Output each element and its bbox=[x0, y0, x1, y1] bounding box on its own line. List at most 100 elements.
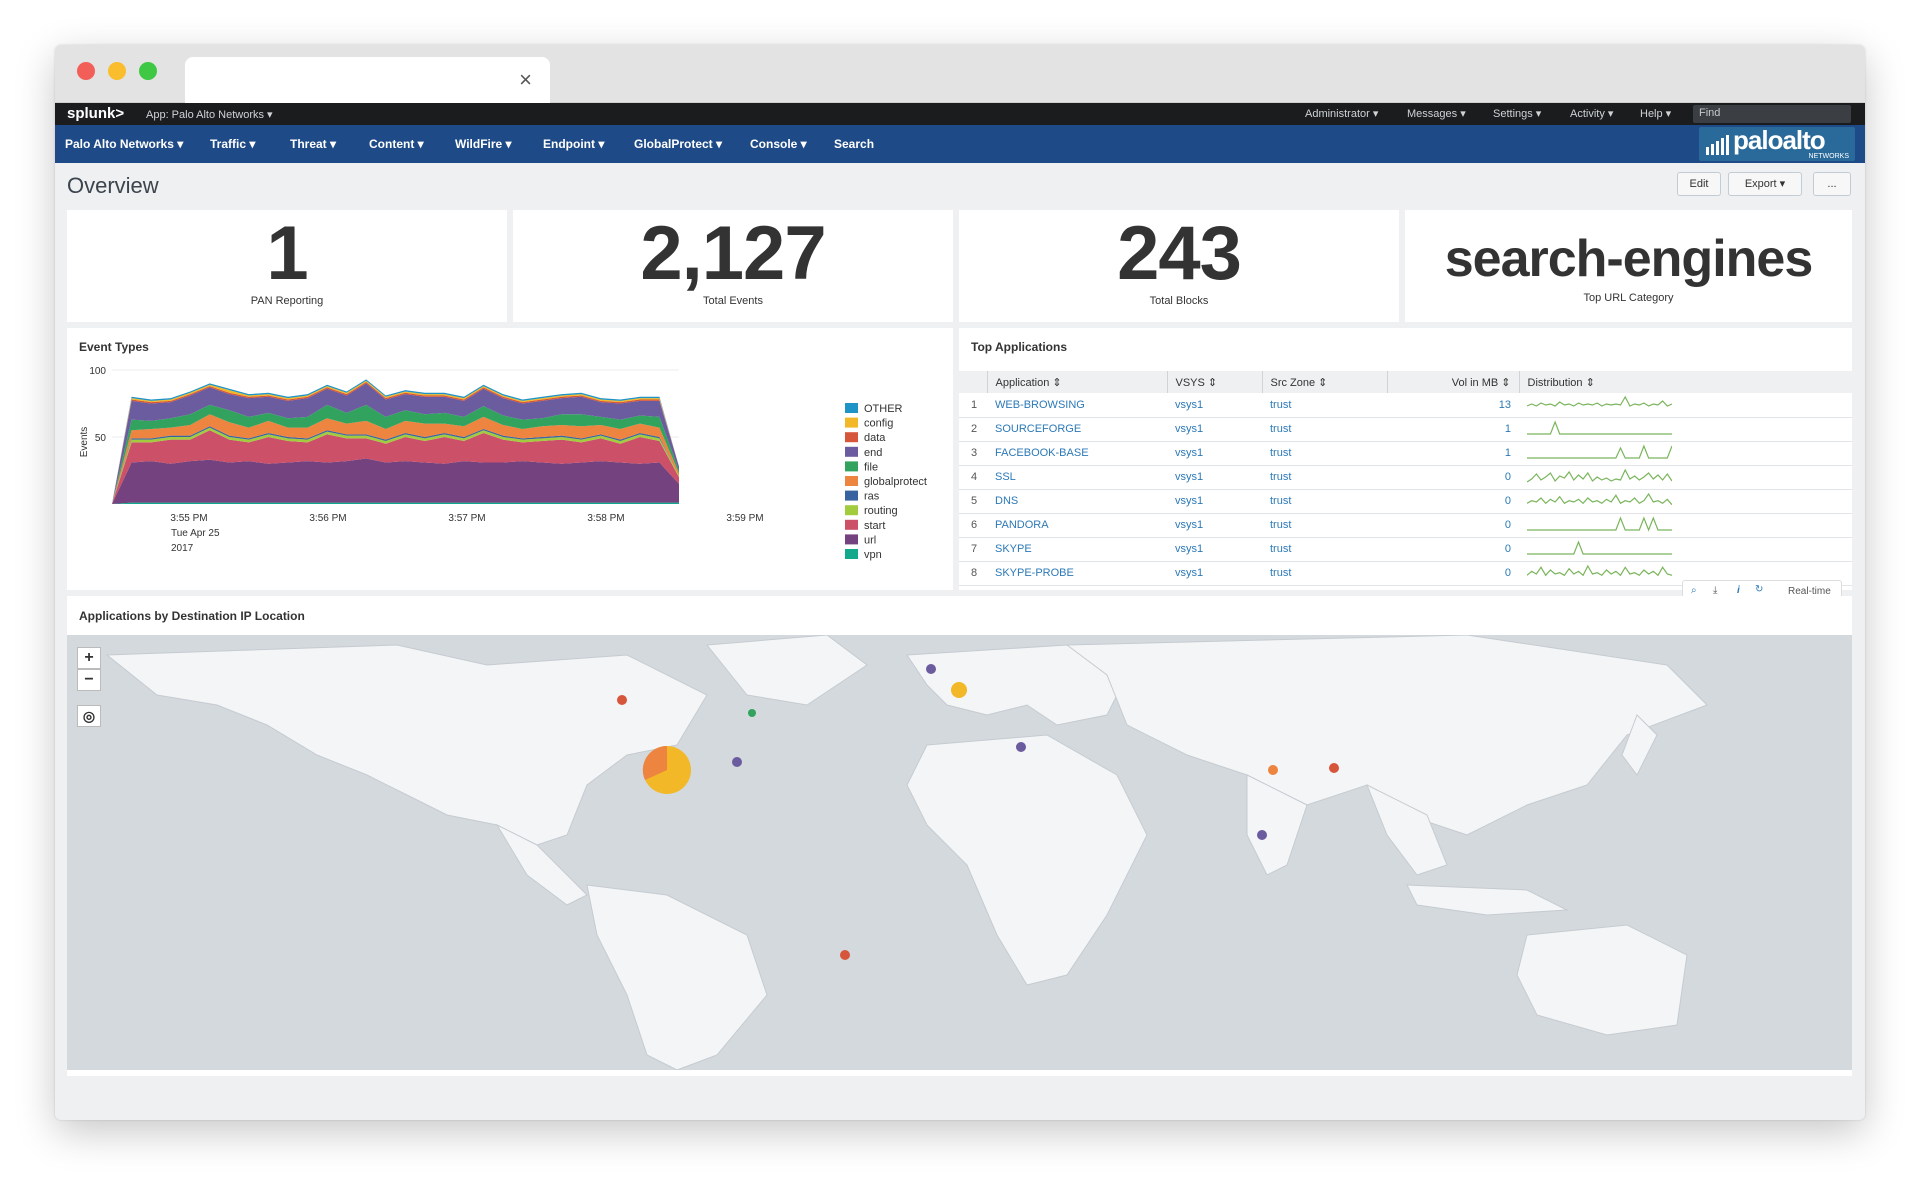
kpi-value: search-engines bbox=[1444, 230, 1814, 288]
app-name-link[interactable]: PANDORA bbox=[987, 513, 1167, 538]
splunk-logo[interactable]: splunk> bbox=[67, 105, 124, 122]
table-row[interactable]: 1 WEB-BROWSING vsys1 trust 13 bbox=[959, 393, 1852, 418]
map-marker-usa-east-1[interactable] bbox=[748, 709, 756, 717]
vol-link[interactable]: 1 bbox=[1387, 441, 1519, 466]
table-row[interactable]: 4 SSL vsys1 trust 0 bbox=[959, 465, 1852, 490]
col-vsys[interactable]: VSYS ⇕ bbox=[1166, 371, 1262, 393]
vsys-link[interactable]: vsys1 bbox=[1167, 513, 1262, 538]
map-marker-china[interactable] bbox=[1268, 765, 1278, 775]
vsys-link[interactable]: vsys1 bbox=[1167, 393, 1262, 418]
map-marker-hongkong[interactable] bbox=[1257, 830, 1267, 840]
activity-menu[interactable]: Activity ▾ bbox=[1570, 107, 1613, 120]
map-marker-brazil[interactable] bbox=[840, 950, 850, 960]
table-row[interactable]: 5 DNS vsys1 trust 0 bbox=[959, 489, 1852, 514]
nav-palo-alto-networks[interactable]: Palo Alto Networks ▾ bbox=[65, 137, 183, 151]
more-actions-button[interactable]: ... bbox=[1813, 172, 1851, 196]
browser-tab[interactable]: × bbox=[185, 57, 550, 104]
nav-globalprotect[interactable]: GlobalProtect ▾ bbox=[634, 137, 722, 151]
map-marker-netherlands[interactable] bbox=[951, 682, 967, 698]
table-row[interactable]: 2 SOURCEFORGE vsys1 trust 1 bbox=[959, 417, 1852, 442]
nav-wildfire[interactable]: WildFire ▾ bbox=[455, 137, 512, 151]
vol-link[interactable]: 0 bbox=[1387, 513, 1519, 538]
table-header-row: Application ⇕ VSYS ⇕ Src Zone ⇕ Vol in M… bbox=[959, 371, 1852, 393]
world-map[interactable]: + − ◎ bbox=[67, 635, 1852, 1070]
zone-link[interactable]: trust bbox=[1262, 441, 1387, 466]
minimize-window-button[interactable] bbox=[108, 62, 126, 80]
col-src-zone[interactable]: Src Zone ⇕ bbox=[1261, 371, 1387, 393]
zone-link[interactable]: trust bbox=[1262, 513, 1387, 538]
find-input[interactable]: Find bbox=[1693, 105, 1851, 123]
zone-link[interactable]: trust bbox=[1262, 417, 1387, 442]
map-marker-japan[interactable] bbox=[1329, 763, 1339, 773]
legend-swatch bbox=[845, 505, 858, 516]
app-name-link[interactable]: SKYPE-PROBE bbox=[987, 561, 1167, 586]
legend-label: ras bbox=[864, 491, 880, 503]
vsys-link[interactable]: vsys1 bbox=[1167, 537, 1262, 562]
map-marker-turkey[interactable] bbox=[1016, 742, 1026, 752]
col-application[interactable]: Application ⇕ bbox=[986, 371, 1167, 393]
table-row[interactable]: 3 FACEBOOK-BASE vsys1 trust 1 bbox=[959, 441, 1852, 466]
nav-threat[interactable]: Threat ▾ bbox=[290, 137, 336, 151]
zone-link[interactable]: trust bbox=[1262, 489, 1387, 514]
settings-menu[interactable]: Settings ▾ bbox=[1493, 107, 1541, 120]
maximize-window-button[interactable] bbox=[139, 62, 157, 80]
vol-link[interactable]: 13 bbox=[1387, 393, 1519, 418]
messages-menu[interactable]: Messages ▾ bbox=[1407, 107, 1466, 120]
vsys-link[interactable]: vsys1 bbox=[1167, 561, 1262, 586]
area-series-url bbox=[112, 458, 679, 504]
info-icon[interactable]: i bbox=[1737, 585, 1740, 596]
map-marker-uk[interactable] bbox=[926, 664, 936, 674]
legend-label: routing bbox=[864, 505, 898, 517]
map-zoom-in-button[interactable]: + bbox=[77, 647, 101, 669]
map-zoom-out-button[interactable]: − bbox=[77, 669, 101, 691]
app-name-link[interactable]: SOURCEFORGE bbox=[987, 417, 1167, 442]
refresh-icon[interactable]: ↻ bbox=[1755, 584, 1763, 595]
app-name-link[interactable]: SSL bbox=[987, 465, 1167, 490]
nav-traffic[interactable]: Traffic ▾ bbox=[210, 137, 255, 151]
table-row[interactable]: 6 PANDORA vsys1 trust 0 bbox=[959, 513, 1852, 538]
legend-label: file bbox=[864, 461, 878, 473]
app-name-link[interactable]: FACEBOOK-BASE bbox=[987, 441, 1167, 466]
app-name-link[interactable]: SKYPE bbox=[987, 537, 1167, 562]
vsys-link[interactable]: vsys1 bbox=[1167, 465, 1262, 490]
nav-search[interactable]: Search bbox=[834, 137, 874, 151]
zone-link[interactable]: trust bbox=[1262, 393, 1387, 418]
app-name-link[interactable]: WEB-BROWSING bbox=[987, 393, 1167, 418]
map-marker-usa-west[interactable] bbox=[617, 695, 627, 705]
vsys-link[interactable]: vsys1 bbox=[1167, 417, 1262, 442]
nav-endpoint[interactable]: Endpoint ▾ bbox=[543, 137, 604, 151]
top-applications-title: Top Applications bbox=[971, 340, 1067, 354]
app-name-link[interactable]: DNS bbox=[987, 489, 1167, 514]
zone-link[interactable]: trust bbox=[1262, 561, 1387, 586]
vol-link[interactable]: 0 bbox=[1387, 489, 1519, 514]
search-icon[interactable]: ⌕ bbox=[1691, 585, 1697, 596]
zone-link[interactable]: trust bbox=[1262, 465, 1387, 490]
vol-link[interactable]: 0 bbox=[1387, 465, 1519, 490]
sparkline bbox=[1527, 419, 1672, 435]
row-index: 2 bbox=[959, 417, 987, 442]
vol-link[interactable]: 1 bbox=[1387, 417, 1519, 442]
nav-content[interactable]: Content ▾ bbox=[369, 137, 424, 151]
vsys-link[interactable]: vsys1 bbox=[1167, 489, 1262, 514]
vol-link[interactable]: 0 bbox=[1387, 537, 1519, 562]
help-menu[interactable]: Help ▾ bbox=[1640, 107, 1671, 120]
legend-swatch bbox=[845, 461, 858, 472]
table-row[interactable]: 7 SKYPE vsys1 trust 0 bbox=[959, 537, 1852, 562]
event-types-chart[interactable]: 100 50 Events 3:55 PM 3:56 PM 3:57 PM 3:58 PM 3… bbox=[67, 328, 953, 590]
close-window-button[interactable] bbox=[77, 62, 95, 80]
administrator-menu[interactable]: Administrator ▾ bbox=[1305, 107, 1378, 120]
col-distribution[interactable]: Distribution ⇕ bbox=[1518, 371, 1852, 393]
nav-console[interactable]: Console ▾ bbox=[750, 137, 807, 151]
vsys-link[interactable]: vsys1 bbox=[1167, 441, 1262, 466]
edit-button[interactable]: Edit bbox=[1677, 172, 1721, 196]
legend-swatch bbox=[845, 446, 858, 457]
export-button[interactable]: Export ▾ bbox=[1728, 172, 1802, 196]
download-icon[interactable]: ⤓ bbox=[1713, 585, 1717, 596]
zone-link[interactable]: trust bbox=[1262, 537, 1387, 562]
close-tab-icon[interactable]: × bbox=[519, 67, 532, 93]
vol-link[interactable]: 0 bbox=[1387, 561, 1519, 586]
col-vol-mb[interactable]: Vol in MB ⇕ bbox=[1386, 371, 1519, 393]
map-marker-usa-east-2[interactable] bbox=[732, 757, 742, 767]
app-menu[interactable]: App: Palo Alto Networks ▾ bbox=[146, 108, 273, 121]
map-locate-icon[interactable]: ◎ bbox=[77, 705, 101, 727]
